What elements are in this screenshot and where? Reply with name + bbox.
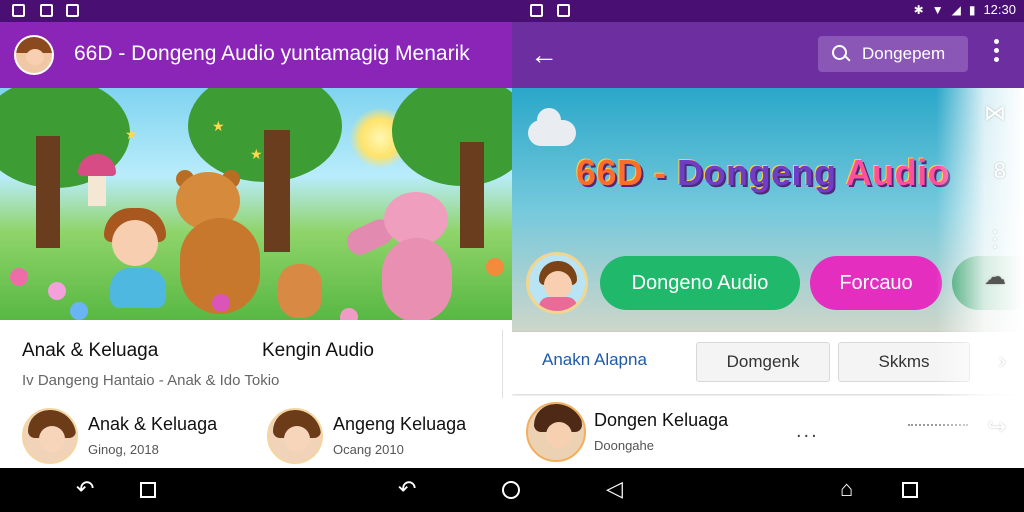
tree-canopy bbox=[392, 88, 512, 186]
back-icon[interactable]: ↶ bbox=[76, 478, 94, 500]
logo-text-part: Audio bbox=[845, 152, 951, 193]
search-input[interactable]: Dongepem bbox=[818, 36, 968, 72]
avatar-body bbox=[539, 297, 577, 311]
tab-anakn-alapna[interactable]: Anakn Alapna bbox=[542, 350, 647, 370]
top-app-bar-right: ← Dongepem bbox=[512, 22, 1024, 88]
avatar-face bbox=[544, 271, 572, 299]
category-pill[interactable]: Forcauo bbox=[810, 256, 942, 310]
cloud-icon bbox=[528, 108, 576, 146]
wifi-icon: ▼ bbox=[931, 2, 944, 17]
tree-trunk bbox=[460, 142, 484, 248]
avatar[interactable] bbox=[14, 35, 54, 75]
logo-text-part: 66D - bbox=[576, 152, 678, 193]
battery-icon: ▮ bbox=[968, 2, 976, 17]
image-icon bbox=[557, 4, 570, 17]
flower-icon bbox=[212, 294, 230, 312]
avatar-face bbox=[39, 426, 65, 452]
image-icon bbox=[40, 4, 53, 17]
top-app-bar-left: 66D - Dongeng Audio yuntamagig Menarik bbox=[0, 22, 512, 88]
more-vert-icon[interactable] bbox=[994, 39, 1000, 69]
right-fade-overlay: ⋈ 8 ⋮ ☁ › ↪ bbox=[936, 88, 1024, 468]
arrow-left-icon[interactable]: ← bbox=[530, 39, 558, 71]
back-icon[interactable]: ↶ bbox=[398, 478, 416, 500]
search-text: Dongepem bbox=[862, 44, 946, 63]
list-item[interactable]: Anak & Keluaga Ginog, 2018 bbox=[22, 408, 252, 464]
avatar-face bbox=[546, 422, 572, 448]
star-icon: ★ bbox=[250, 146, 263, 162]
eight-icon[interactable]: 8 bbox=[994, 158, 1006, 184]
category-pill[interactable]: Dongeno Audio bbox=[600, 256, 800, 310]
avatar bbox=[267, 408, 323, 464]
star-icon: ★ bbox=[212, 118, 225, 134]
right-panel: ← Dongepem 66D - Dongeng Audio Dongeno A… bbox=[512, 22, 1024, 468]
status-bar: ✱ ▼ ◢ ▮ 12:30 bbox=[0, 0, 1024, 22]
bowtie-icon[interactable]: ⋈ bbox=[984, 100, 1006, 126]
list-item-meta: Doongahe bbox=[594, 438, 654, 453]
subtitle: Iv Dangeng Hantaio - Anak & Ido Tokio bbox=[22, 372, 280, 389]
flower-icon bbox=[340, 308, 358, 320]
more-icon[interactable]: ... bbox=[796, 420, 819, 443]
status-bar-right: ✱ ▼ ◢ ▮ 12:30 bbox=[914, 2, 1016, 17]
list-item-title: Angeng Keluaga bbox=[333, 414, 467, 434]
app-root: ✱ ▼ ◢ ▮ 12:30 66D - Dongeng Audio yuntam… bbox=[0, 0, 1024, 512]
list-item-meta: Ocang 2010 bbox=[333, 442, 404, 457]
tab-domgenk[interactable]: Domgenk bbox=[696, 342, 830, 382]
brand-logo: 66D - Dongeng Audio bbox=[576, 152, 950, 194]
square-icon[interactable] bbox=[902, 482, 918, 498]
avatar-face bbox=[284, 426, 310, 452]
flower-icon bbox=[10, 268, 28, 286]
more-dot bbox=[994, 39, 999, 44]
girl-character-face bbox=[112, 220, 158, 266]
flower-icon bbox=[486, 258, 504, 276]
system-navigation-bar: ↶ ↶ ◁ ⌂ bbox=[0, 468, 1024, 512]
list-item-meta: Ginog, 2018 bbox=[88, 442, 159, 457]
pink-creature-body bbox=[382, 238, 452, 320]
avatar-face bbox=[26, 49, 44, 65]
search-icon bbox=[832, 45, 847, 60]
tree-trunk bbox=[36, 136, 60, 248]
hero-illustration: ★ ★ ★ bbox=[0, 88, 512, 320]
signal-icon: ◢ bbox=[951, 2, 961, 17]
logo-text-part: Dongeng bbox=[677, 152, 846, 193]
bluetooth-icon: ✱ bbox=[913, 2, 924, 17]
squirrel-character bbox=[278, 264, 322, 318]
more-dot bbox=[994, 57, 999, 62]
content-card-left: Anak & Keluaga Kengin Audio Iv Dangeng H… bbox=[0, 320, 512, 468]
image-icon bbox=[12, 4, 25, 17]
category-label: Anak & Keluaga bbox=[22, 340, 159, 361]
share-icon[interactable]: ↪ bbox=[988, 414, 1006, 440]
left-panel: 66D - Dongeng Audio yuntamagig Menarik ★… bbox=[0, 22, 512, 468]
chevron-right-icon[interactable]: › bbox=[999, 348, 1006, 374]
more-vert-icon[interactable]: ⋮ bbox=[984, 226, 1006, 252]
avatar[interactable] bbox=[526, 252, 588, 314]
list-item-title: Anak & Keluaga bbox=[88, 414, 218, 434]
girl-character-body bbox=[110, 268, 166, 308]
list-item[interactable]: Angeng Keluaga Ocang 2010 bbox=[267, 408, 497, 464]
list-item-title: Dongen Keluaga bbox=[594, 410, 729, 430]
flower-icon bbox=[48, 282, 66, 300]
status-time: 12:30 bbox=[983, 2, 1016, 17]
star-icon: ★ bbox=[125, 126, 138, 142]
category-label: Kengin Audio bbox=[262, 340, 374, 361]
home-icon[interactable]: ⌂ bbox=[840, 478, 853, 500]
page-title: 66D - Dongeng Audio yuntamagig Menarik bbox=[74, 42, 470, 65]
divider bbox=[502, 330, 503, 398]
flower-icon bbox=[70, 302, 88, 320]
more-dot bbox=[994, 48, 999, 53]
avatar bbox=[526, 402, 586, 462]
image-icon bbox=[66, 4, 79, 17]
cloud-icon[interactable]: ☁ bbox=[984, 264, 1006, 290]
image-icon bbox=[530, 4, 543, 17]
square-icon[interactable] bbox=[140, 482, 156, 498]
tree-trunk bbox=[264, 130, 290, 252]
back-icon[interactable]: ◁ bbox=[606, 478, 623, 500]
avatar bbox=[22, 408, 78, 464]
circle-icon[interactable] bbox=[502, 481, 520, 499]
